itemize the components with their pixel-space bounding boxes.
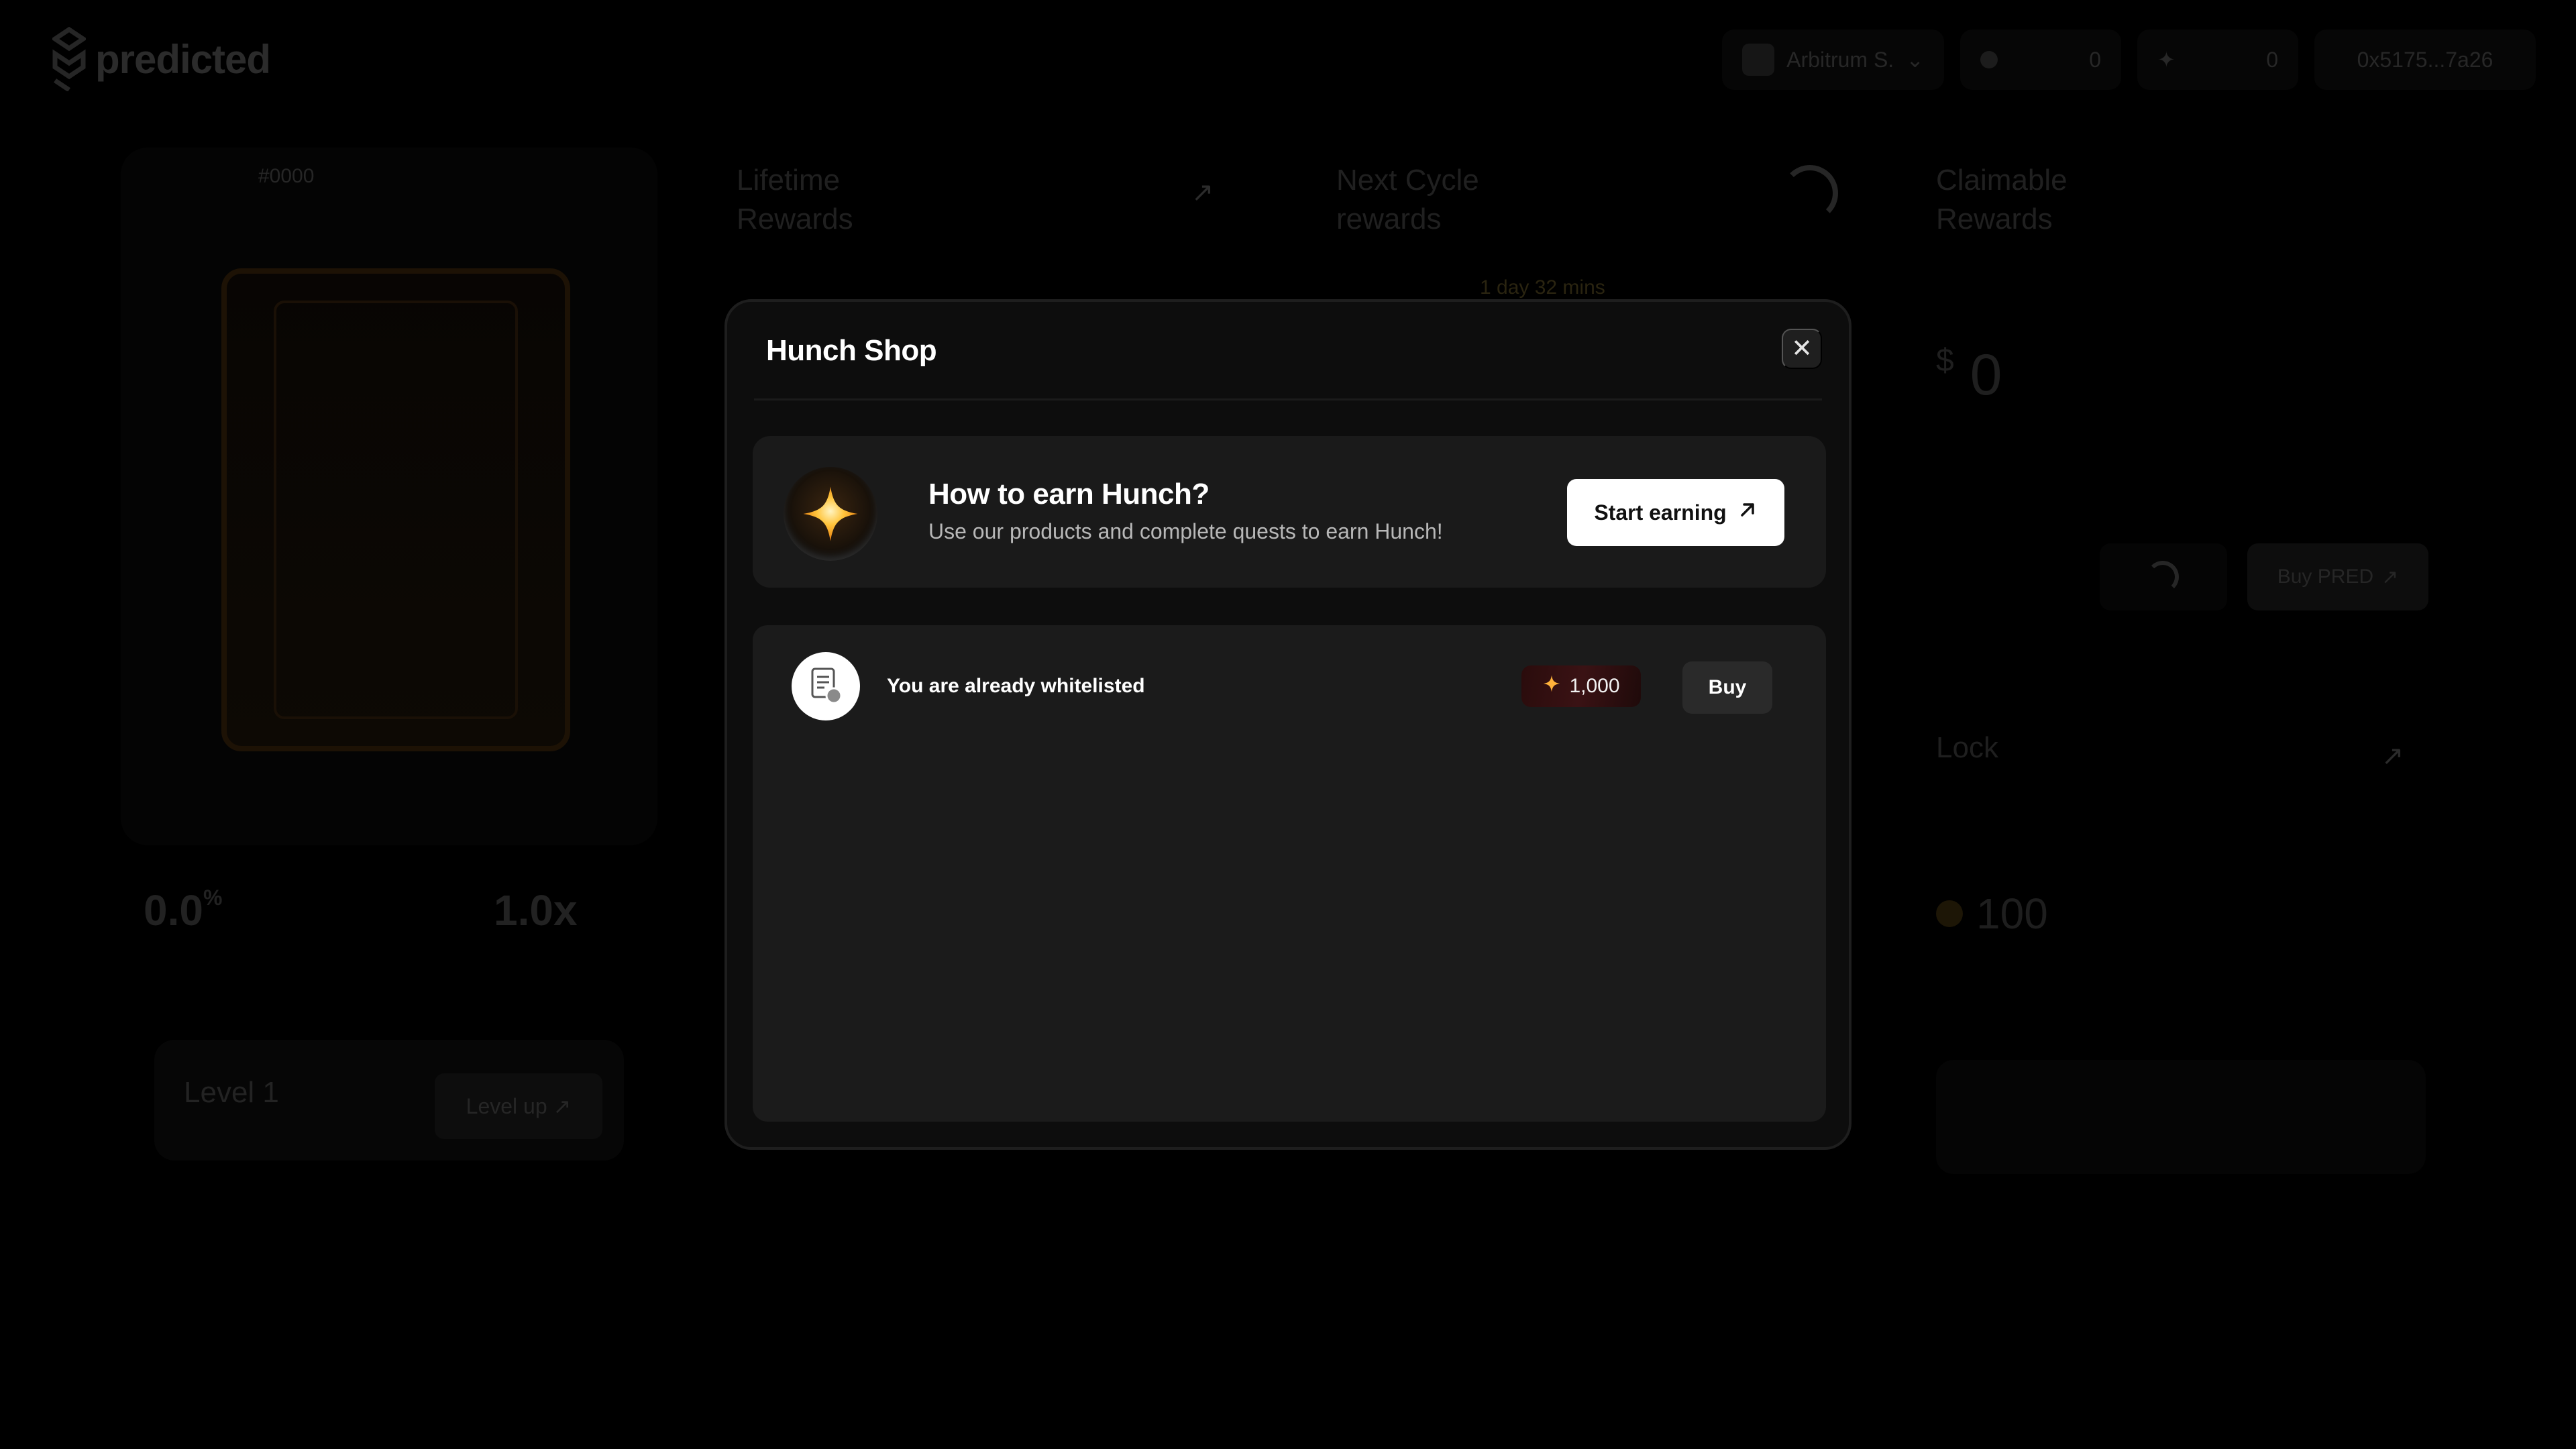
price-badge: 1,000: [1521, 665, 1641, 707]
close-icon: ✕: [1791, 335, 1813, 363]
earn-title: How to earn Hunch?: [928, 478, 1210, 511]
network-selector[interactable]: Arbitrum S. ⌄: [1722, 30, 1944, 90]
arrow-up-right-icon: ↗: [2381, 566, 2399, 588]
hunch-star-icon: [784, 467, 877, 561]
nft-boost-stat: 0.0%: [144, 885, 222, 935]
item-label: You are already whitelisted: [887, 675, 1145, 697]
lock-title: Lock: [1936, 731, 1998, 764]
topbar: Arbitrum S. ⌄ 0 ✦ 0 0x5175...7a26: [1722, 30, 2536, 90]
buy-button[interactable]: Buy: [1682, 661, 1772, 714]
nft-id: #0000: [258, 165, 315, 187]
start-earning-button[interactable]: Start earning: [1567, 479, 1784, 546]
modal-divider: [754, 398, 1822, 400]
modal-title: Hunch Shop: [766, 334, 937, 367]
arrow-up-right-icon: [1737, 500, 1758, 525]
start-earning-label: Start earning: [1594, 500, 1727, 525]
balance-pill-1[interactable]: 0: [1960, 30, 2121, 90]
hunch-shop-modal: Hunch Shop ✕ How to earn Hunch? Use our …: [724, 299, 1851, 1150]
nft-boost-unit: %: [203, 885, 223, 910]
claimable-title: Claimable Rewards: [1936, 164, 2068, 235]
hunch-sparkle-icon: [1542, 674, 1561, 698]
balance-value-2: 0: [2266, 47, 2278, 72]
lock-value: 100: [1936, 889, 2048, 938]
loading-spinner-icon: [1782, 165, 1838, 221]
network-label: Arbitrum S.: [1786, 47, 1894, 72]
lifetime-rewards-title: Lifetime Rewards: [737, 164, 853, 235]
buy-pred-button[interactable]: Buy PRED ↗: [2247, 543, 2428, 610]
multiplier-stat: 1.0x: [494, 886, 578, 934]
logo-icon: [50, 26, 88, 92]
claimable-value: $ 0: [1936, 342, 2002, 409]
earn-subtitle: Use our products and complete quests to …: [928, 519, 1443, 543]
arrow-up-right-icon[interactable]: ↗: [2381, 741, 2404, 771]
arrow-up-right-icon: ↗: [547, 1094, 572, 1118]
item-price: 1,000: [1569, 675, 1620, 697]
balance-pill-2[interactable]: ✦ 0: [2137, 30, 2298, 90]
wallet-address: 0x5175...7a26: [2357, 47, 2493, 72]
pred-coin-icon: [1936, 900, 1963, 927]
close-button[interactable]: ✕: [1782, 329, 1822, 369]
lock-card: [1936, 1060, 2426, 1174]
claimable-amount: 0: [1970, 343, 2002, 407]
token-icon: [1980, 51, 1998, 68]
chain-icon: [1742, 44, 1775, 76]
level-title: Level 1: [184, 1076, 279, 1109]
balance-value-1: 0: [2089, 47, 2101, 72]
next-cycle-title: Next Cycle rewards: [1336, 164, 1479, 235]
shop-items-list: You are already whitelisted 1,000 Buy: [753, 625, 1826, 1122]
wallet-button[interactable]: 0x5175...7a26: [2314, 30, 2536, 90]
arrow-up-right-icon[interactable]: ↗: [1191, 177, 1214, 208]
list-item: You are already whitelisted 1,000 Buy: [753, 625, 1826, 746]
whitelist-document-icon: [792, 652, 860, 720]
buy-pred-label: Buy PRED: [2277, 566, 2374, 588]
chevron-down-icon: ⌄: [1906, 48, 1924, 72]
nft-image: [221, 268, 570, 751]
level-up-label: Level up: [466, 1093, 547, 1118]
claimable-currency: $: [1936, 343, 1954, 378]
sparkle-icon: ✦: [2157, 48, 2176, 72]
lock-amount: 100: [1976, 890, 2048, 938]
modal-header: Hunch Shop ✕: [727, 302, 1849, 399]
earn-hunch-card: How to earn Hunch? Use our products and …: [753, 436, 1826, 588]
logo[interactable]: predicted: [50, 26, 271, 92]
nft-boost-value: 0.0: [144, 886, 203, 934]
page: predicted Arbitrum S. ⌄ 0 ✦ 0 0x5175...7…: [0, 0, 2576, 1449]
logo-text: predicted: [95, 36, 271, 82]
next-cycle-countdown: 1 day 32 mins: [1480, 276, 1605, 299]
level-up-button[interactable]: Level up ↗: [435, 1073, 602, 1139]
claim-loading-box: [2100, 543, 2227, 610]
loading-spinner-icon: [2147, 561, 2179, 593]
